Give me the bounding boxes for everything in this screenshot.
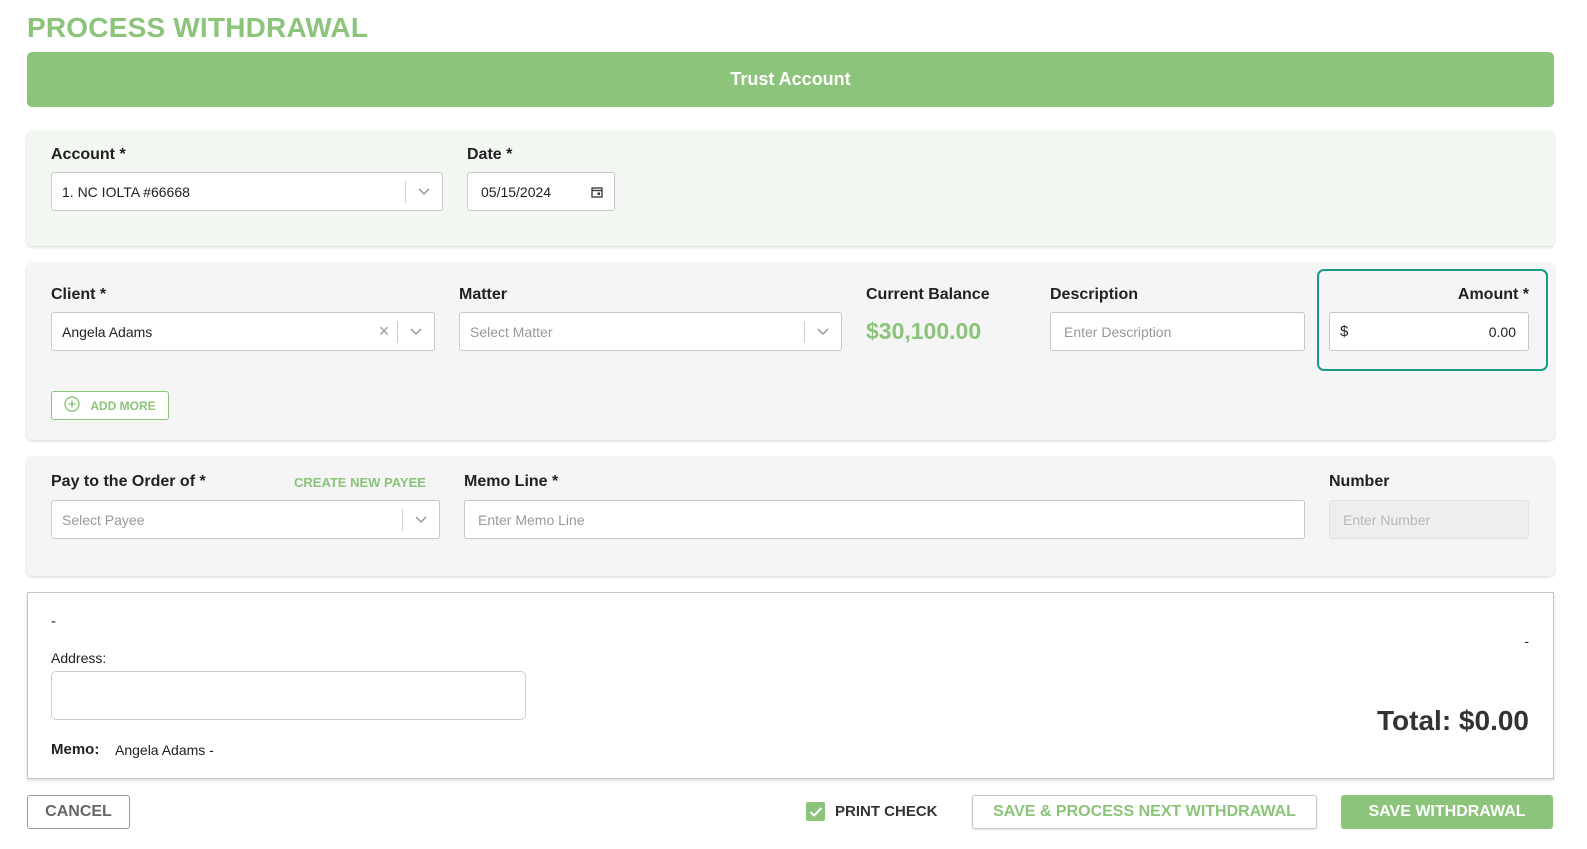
description-placeholder: Enter Description — [1064, 323, 1172, 340]
chevron-down-icon[interactable] — [403, 515, 439, 524]
date-value: 05/15/2024 — [481, 183, 552, 200]
chevron-down-icon[interactable] — [406, 187, 442, 196]
date-input[interactable]: 05/15/2024 — [467, 172, 615, 211]
print-check-checkbox[interactable] — [806, 802, 825, 821]
matter-select[interactable]: Select Matter — [459, 312, 842, 351]
currency-symbol: $ — [1340, 323, 1349, 340]
memo-line-label: Memo Line * — [464, 473, 559, 490]
memo-line-input[interactable]: Enter Memo Line — [464, 500, 1305, 539]
amount-input[interactable]: $ 0.00 — [1329, 312, 1529, 351]
check-memo-value: Angela Adams - — [115, 742, 214, 758]
client-select[interactable]: Angela Adams × — [51, 312, 435, 351]
current-balance-label: Current Balance — [866, 286, 990, 303]
chevron-down-icon[interactable] — [805, 327, 841, 336]
clear-icon[interactable]: × — [371, 321, 397, 342]
plus-circle-icon — [64, 396, 81, 415]
print-check-label: PRINT CHECK — [835, 803, 938, 820]
add-more-button[interactable]: ADD MORE — [51, 391, 169, 420]
number-placeholder: Enter Number — [1343, 511, 1431, 528]
account-select[interactable]: 1. NC IOLTA #66668 — [51, 172, 443, 211]
trust-account-banner: Trust Account — [27, 52, 1554, 107]
checkmark-icon — [809, 806, 822, 817]
payee-placeholder: Select Payee — [62, 511, 145, 528]
account-value: 1. NC IOLTA #66668 — [62, 183, 190, 200]
banner-label: Trust Account — [730, 69, 851, 89]
check-number: - — [1524, 633, 1529, 649]
client-value: Angela Adams — [62, 323, 153, 340]
number-label: Number — [1329, 473, 1390, 490]
date-label: Date * — [467, 146, 513, 163]
account-label: Account * — [51, 146, 126, 163]
cancel-button[interactable]: CANCEL — [27, 795, 130, 829]
calendar-icon[interactable] — [580, 186, 614, 198]
check-memo-label: Memo: — [51, 741, 100, 758]
current-balance-value: $30,100.00 — [866, 318, 982, 344]
payee-label: Pay to the Order of * — [51, 473, 206, 490]
create-new-payee-link[interactable]: CREATE NEW PAYEE — [294, 475, 426, 490]
matter-placeholder: Select Matter — [470, 323, 553, 340]
check-payee-name: - — [51, 613, 56, 630]
print-check-toggle[interactable]: PRINT CHECK — [806, 802, 938, 821]
save-withdrawal-button[interactable]: SAVE WITHDRAWAL — [1341, 795, 1553, 829]
description-label: Description — [1050, 286, 1139, 303]
page-title: PROCESS WITHDRAWAL — [27, 12, 369, 43]
amount-value: 0.00 — [1488, 323, 1516, 340]
address-box — [51, 671, 526, 720]
save-and-process-next-button[interactable]: SAVE & PROCESS NEXT WITHDRAWAL — [972, 795, 1317, 829]
description-input[interactable]: Enter Description — [1050, 312, 1305, 351]
chevron-down-icon[interactable] — [398, 327, 434, 336]
add-more-label: ADD MORE — [90, 398, 156, 413]
client-label: Client * — [51, 286, 107, 303]
payee-select[interactable]: Select Payee — [51, 500, 440, 539]
memo-line-placeholder: Enter Memo Line — [478, 511, 585, 528]
number-input[interactable]: Enter Number — [1329, 500, 1529, 539]
amount-label: Amount * — [1457, 286, 1529, 303]
address-label: Address: — [51, 650, 107, 666]
matter-label: Matter — [459, 286, 508, 303]
check-total: Total: $0.00 — [1377, 705, 1529, 736]
